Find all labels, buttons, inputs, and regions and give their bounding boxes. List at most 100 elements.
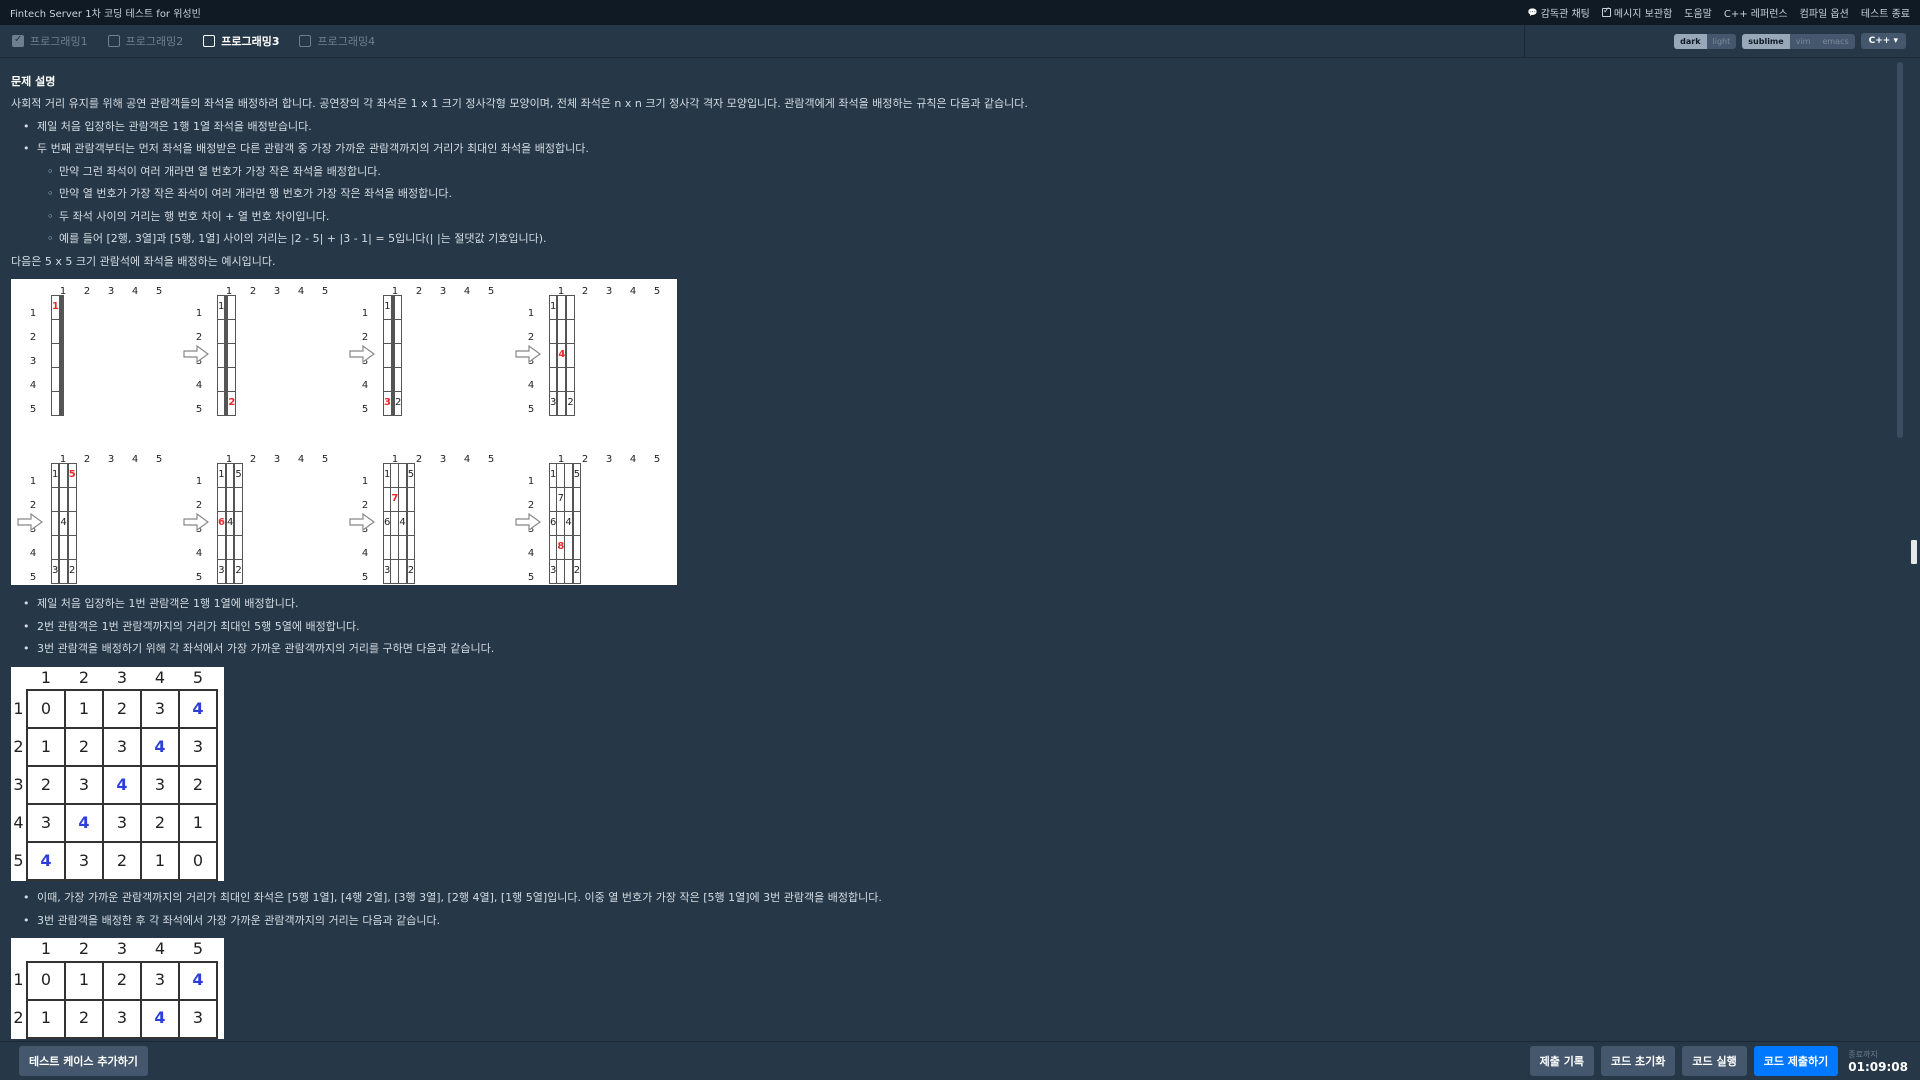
- tab-label: 프로그래밍2: [125, 35, 184, 48]
- top-menu-item[interactable]: 테스트 종료: [1861, 5, 1910, 20]
- seat-cell: [406, 487, 416, 512]
- column-label: 5: [155, 454, 163, 465]
- top-menu-item[interactable]: 도움말: [1684, 5, 1712, 20]
- seat-cell: [227, 343, 237, 368]
- column-label: 5: [653, 454, 661, 465]
- list-item: 예를 들어 [2행, 3열]과 [5행, 1열] 사이의 거리는 |2 - 5|…: [11, 228, 1894, 251]
- column-label: 2: [581, 286, 589, 297]
- distance-cell: 4: [64, 803, 104, 843]
- row-label: 1: [527, 308, 535, 319]
- seat-cell: 4: [564, 511, 573, 536]
- seat-cell: [383, 343, 392, 368]
- add-testcase-button[interactable]: 테스트 케이스 추가하기: [19, 1046, 148, 1076]
- seat-cell: [572, 511, 582, 536]
- list-item: 2번 관람객은 1번 관람객까지의 거리가 최대인 5행 5열에 배정합니다.: [11, 616, 1894, 639]
- test-title: Fintech Server 1차 코딩 테스트 for 위성빈: [10, 9, 201, 20]
- top-menu: 💬감독관 채팅 메시지 보관함 도움말 C++ 레퍼런스 컴파일 옵션 테스트 종료: [1528, 5, 1910, 20]
- distance-cell: 2: [178, 765, 218, 805]
- distance-cell: 3: [140, 960, 180, 1001]
- tab-1[interactable]: 프로그래밍1: [12, 33, 88, 49]
- section-heading: 문제 설명: [11, 75, 56, 88]
- distance-cell: 3: [178, 998, 218, 1039]
- checkbox-icon: [203, 35, 216, 47]
- seat-cell: 1: [548, 463, 558, 488]
- tab-3[interactable]: 프로그래밍3: [203, 33, 279, 49]
- seat-cell: [67, 511, 77, 536]
- seat-table: 1: [51, 295, 64, 416]
- column-label: 3: [273, 454, 281, 465]
- list-item: 만약 열 번호가 가장 작은 좌석이 여러 개라면 행 번호가 가장 작은 좌석…: [11, 183, 1894, 206]
- row-label: 4: [29, 548, 37, 559]
- seat-cell: [50, 535, 60, 560]
- seat-cell: [556, 463, 566, 488]
- column-label: 5: [653, 286, 661, 297]
- tab-label: 프로그래밍1: [30, 35, 88, 48]
- column-label: 5: [487, 286, 495, 297]
- corner-cell: [11, 667, 27, 691]
- seat-cell: [59, 535, 68, 560]
- row-label: 5: [361, 572, 369, 583]
- distance-cell: 3: [140, 689, 180, 729]
- row-label: 4: [13, 812, 24, 832]
- tab-label: 프로그래밍4: [317, 35, 376, 48]
- theme-option[interactable]: light: [1707, 34, 1737, 49]
- pane-resize-handle[interactable]: [1911, 540, 1917, 564]
- column-label: 3: [107, 286, 115, 297]
- seat-cell: 2: [572, 559, 582, 584]
- top-menu-item[interactable]: 💬 감독관 채팅: [1528, 5, 1590, 20]
- row-label: 4: [29, 380, 37, 391]
- distance-table: 12345101234212343323432434321543210: [11, 667, 218, 881]
- seat-cell: [390, 463, 400, 488]
- list-item: 3번 관람객을 배정한 후 각 좌석에서 가장 가까운 관람객까지의 거리는 다…: [11, 910, 1894, 933]
- scrollbar[interactable]: [1897, 62, 1903, 438]
- run-code-button[interactable]: 코드 실행: [1682, 1046, 1747, 1076]
- submission-history-button[interactable]: 제출 기록: [1529, 1046, 1594, 1076]
- seat-cell: 1: [217, 463, 226, 488]
- seat-cell: 1: [383, 295, 392, 320]
- seat-cell: [406, 535, 416, 560]
- editor-tools: dark light sublime vim emacs C++ ▾: [1674, 33, 1920, 49]
- column-label: 4: [463, 454, 471, 465]
- language-select[interactable]: C++ ▾: [1860, 33, 1906, 49]
- tab-4[interactable]: 프로그래밍4: [299, 33, 375, 49]
- seat-cell: [217, 487, 226, 512]
- arrow-right-icon: [349, 344, 376, 364]
- theme-toggle: dark light: [1674, 33, 1737, 49]
- submit-code-button[interactable]: 코드 제출하기: [1753, 1046, 1839, 1076]
- seat-cell: 1: [548, 295, 558, 320]
- column-label: 2: [249, 454, 257, 465]
- seat-assignment-figure: 1234512345112345123451212345123451321234…: [11, 279, 677, 585]
- distance-cell: 4: [102, 765, 142, 805]
- distance-cell: 4: [26, 841, 66, 881]
- distance-cell: 3: [102, 803, 142, 843]
- tab-2[interactable]: 프로그래밍2: [107, 33, 184, 49]
- top-menu-item[interactable]: 메시지 보관함: [1601, 5, 1672, 20]
- seat-cell: 3: [383, 391, 392, 416]
- keymap-option[interactable]: emacs: [1816, 34, 1854, 49]
- seat-cell: 1: [216, 295, 226, 320]
- reset-code-button[interactable]: 코드 초기화: [1600, 1046, 1676, 1076]
- top-menu-item[interactable]: 컴파일 옵션: [1800, 5, 1849, 20]
- row-label: 5: [527, 404, 535, 415]
- timer-value: 01:09:08: [1848, 1060, 1908, 1074]
- top-menu-item[interactable]: C++ 레퍼런스: [1724, 5, 1788, 20]
- column-label: 2: [83, 286, 91, 297]
- checkbox-icon: [299, 35, 312, 47]
- distance-cell: 2: [140, 803, 180, 843]
- seat-cell: [61, 319, 64, 344]
- distance-cell: 1: [178, 803, 218, 843]
- distance-cell: 3: [64, 841, 104, 881]
- theme-option[interactable]: dark: [1674, 33, 1707, 49]
- explanation-list-2: 이때, 가장 가까운 관람객까지의 거리가 최대인 좌석은 [5행 1열], […: [11, 887, 1894, 932]
- row-label: 1: [195, 308, 203, 319]
- row-label: 4: [527, 380, 535, 391]
- column-label: 3: [605, 454, 613, 465]
- distance-table: 12345101234212343: [11, 938, 218, 1039]
- seat-cell: [393, 367, 403, 392]
- keymap-option[interactable]: sublime: [1742, 33, 1790, 49]
- seat-cell: 4: [59, 511, 68, 536]
- top-menu-label: 테스트 종료: [1860, 9, 1910, 20]
- seat-cell: 3: [382, 559, 392, 584]
- keymap-option[interactable]: vim: [1790, 34, 1817, 49]
- seat-cell: [393, 319, 403, 344]
